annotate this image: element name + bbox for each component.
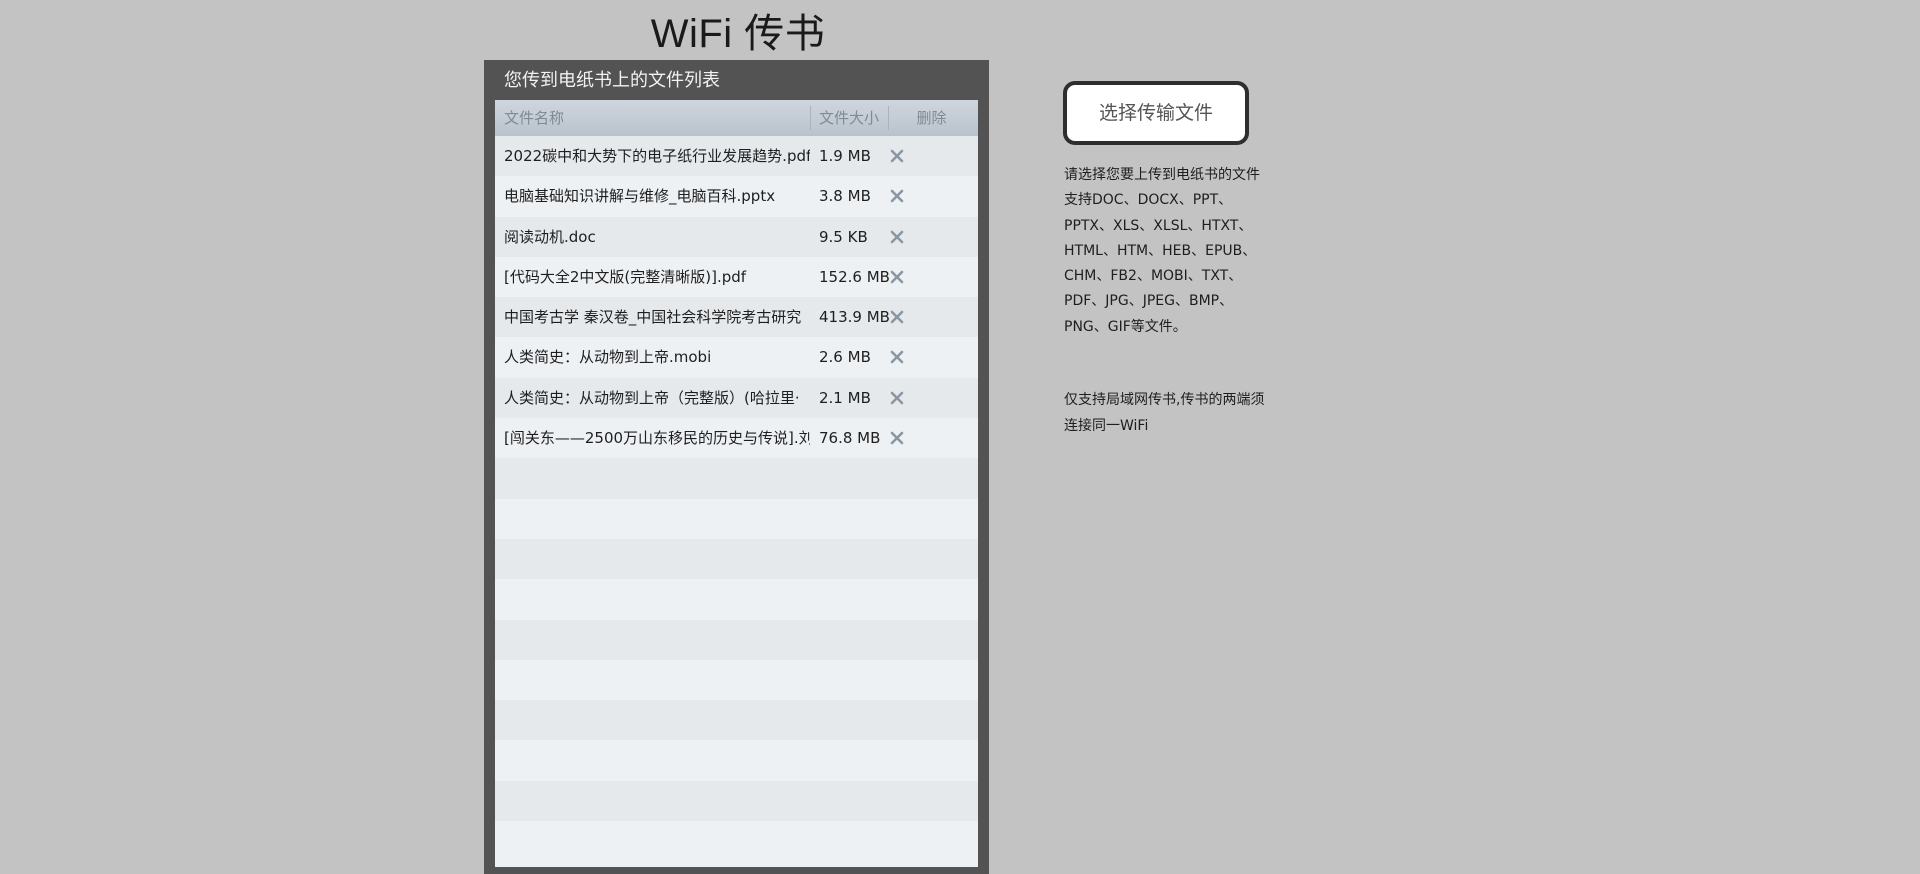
table-header: 文件名称 文件大小 删除 [495,100,978,136]
select-file-button[interactable]: 选择传输文件 [1063,81,1249,145]
table-row: 电脑基础知识讲解与维修_电脑百科.pptx 3.8 MB [495,176,978,217]
column-divider [810,106,811,130]
info-line: PNG、GIF等文件。 [1064,318,1187,335]
file-name: 2022碳中和大势下的电子纸行业发展趋势.pdf [504,147,810,165]
note-line: 仅支持局域网传书,传书的两端须 [1064,392,1265,408]
file-name: 中国考古学 秦汉卷_中国社会科学院考古研究 [504,308,802,327]
empty-table-row [495,619,978,660]
file-name: 阅读动机.doc [504,227,596,246]
file-list-panel: 您传到电纸书上的文件列表 文件名称 文件大小 删除 2022碳中和大势下的电子纸… [484,60,989,874]
table-row: 人类简史：从动物到上帝（完整版）(哈拉里· 2.1 MB [495,377,978,419]
note-line: 连接同一WiFi [1064,417,1149,434]
info-line: 支持DOC、DOCX、PPT、 [1064,192,1233,209]
empty-table-row [495,579,978,620]
empty-table-row [495,700,978,741]
file-size: 1.9 MB [819,147,871,165]
table-row: [闯关东——2500万山东移民的历史与传说].刘 76.8 MB [495,418,978,459]
file-name: 人类简史：从动物到上帝.mobi [504,348,712,367]
close-icon[interactable] [888,429,906,447]
file-name: 人类简史：从动物到上帝（完整版）(哈拉里· [504,388,800,407]
file-size: 9.5 KB [819,227,868,246]
panel-title: 您传到电纸书上的文件列表 [504,70,720,91]
file-table: 文件名称 文件大小 删除 2022碳中和大势下的电子纸行业发展趋势.pdf 1.9… [495,100,978,867]
close-icon[interactable] [888,308,906,326]
table-row: 人类简史：从动物到上帝.mobi 2.6 MB [495,337,978,378]
close-icon[interactable] [888,348,906,366]
close-icon[interactable] [888,228,906,246]
empty-table-row [495,538,978,580]
file-name: [代码大全2中文版(完整清晰版)].pdf [504,267,747,286]
table-row: 阅读动机.doc 9.5 KB [495,216,978,257]
file-size: 3.8 MB [819,187,871,206]
empty-table-row [495,740,978,781]
empty-table-row [495,498,978,539]
file-name: 电脑基础知识讲解与维修_电脑百科.pptx [504,187,776,206]
info-line: CHM、FB2、MOBI、TXT、 [1064,268,1243,285]
file-size: 2.6 MB [819,348,871,367]
info-line: PPTX、XLS、XLSL、HTXT、 [1064,217,1253,234]
table-row: 2022碳中和大势下的电子纸行业发展趋势.pdf 1.9 MB [495,136,978,177]
empty-table-row [495,821,978,862]
close-icon[interactable] [888,147,906,165]
file-size: 413.9 MB [819,308,890,327]
column-header-name: 文件名称 [504,109,565,127]
empty-table-row [495,780,978,822]
column-header-delete: 删除 [916,109,947,127]
info-line: HTML、HTM、HEB、EPUB、 [1064,242,1257,259]
info-line: 请选择您要上传到电纸书的文件 [1064,167,1260,183]
close-icon[interactable] [888,389,906,407]
empty-table-row [495,659,978,701]
column-header-size: 文件大小 [819,109,880,127]
close-icon[interactable] [888,268,906,286]
empty-table-row [495,458,978,499]
table-row: [代码大全2中文版(完整清晰版)].pdf 152.6 MB [495,256,978,298]
file-size: 152.6 MB [819,267,890,286]
wifi-transfer-page: WiFi 传书 您传到电纸书上的文件列表 文件名称 文件大小 删除 2022碳中… [0,0,1920,874]
file-size: 2.1 MB [819,388,871,407]
info-line: PDF、JPG、JPEG、BMP、 [1064,293,1234,310]
table-body: 2022碳中和大势下的电子纸行业发展趋势.pdf 1.9 MB 电脑基础知识讲解与维… [495,136,978,862]
close-icon[interactable] [888,187,906,205]
supported-formats-info: 请选择您要上传到电纸书的文件 支持DOC、DOCX、PPT、 PPTX、XLS、… [1064,163,1282,340]
file-size: 76.8 MB [819,429,881,448]
file-name: [闯关东——2500万山东移民的历史与传说].刘 [504,429,810,448]
app-title: WiFi 传书 [650,12,826,56]
lan-note: 仅支持局域网传书,传书的两端须 连接同一WiFi [1064,388,1282,439]
table-row: 中国考古学 秦汉卷_中国社会科学院考古研究 413.9 MB [495,297,978,338]
